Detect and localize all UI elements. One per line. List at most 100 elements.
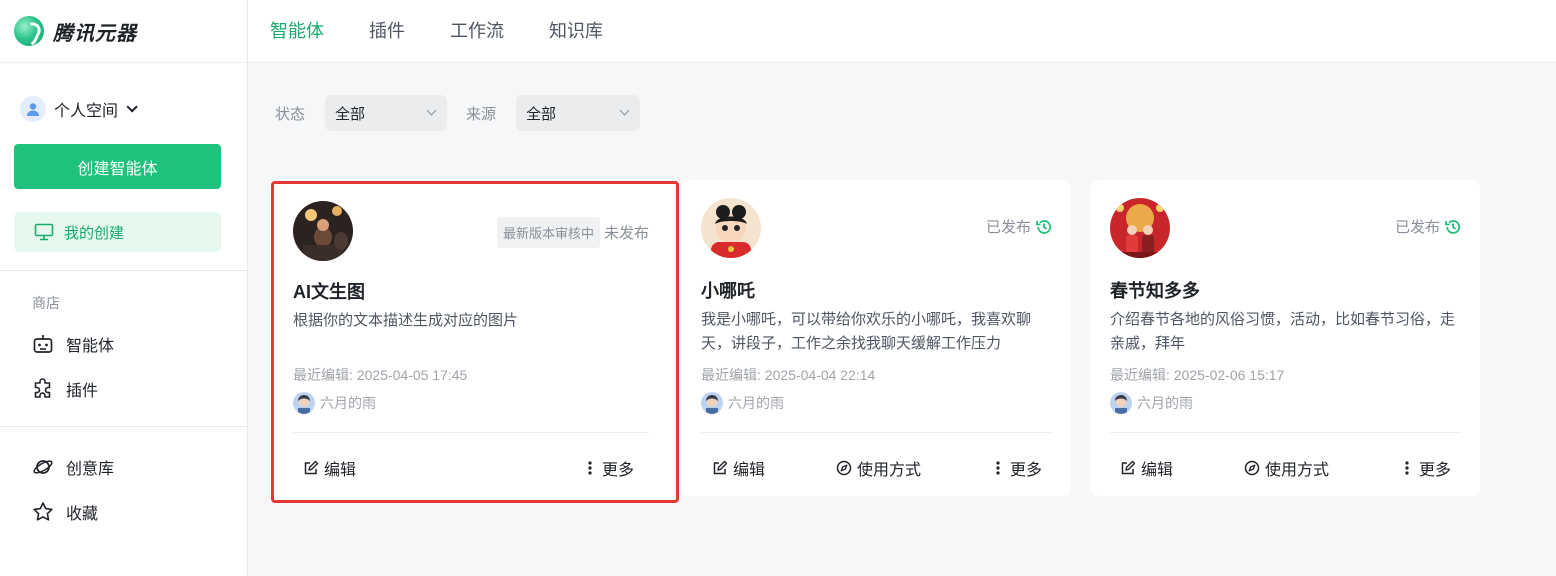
action-label: 编辑	[733, 462, 766, 479]
app-name: 腾讯元器	[53, 22, 137, 45]
tab-workflow[interactable]: 工作流	[450, 17, 504, 43]
card-author: 六月的雨	[701, 392, 784, 414]
robot-icon	[33, 335, 53, 353]
card-divider	[701, 432, 1053, 433]
sidebar-item-label: 插件	[66, 383, 99, 400]
sidebar-item-agents[interactable]: 智能体	[32, 332, 114, 356]
agent-avatar	[701, 198, 761, 258]
history-icon[interactable]	[1444, 218, 1462, 236]
card-description: 介绍春节各地的风俗习惯，活动，比如春节习俗，走亲戚，拜年	[1110, 311, 1456, 352]
divider	[0, 270, 247, 271]
card-description: 我是小哪吒，可以带给你欢乐的小哪吒，我喜欢聊天，讲段子，工作之余找我聊天缓解工作…	[701, 311, 1032, 352]
chevron-down-icon	[126, 101, 138, 113]
card-title: AI文生图	[293, 282, 365, 302]
sidebar-item-my-create[interactable]: 我的创建	[14, 212, 221, 252]
edit-button[interactable]: 编辑	[303, 456, 356, 480]
author-name: 六月的雨	[320, 395, 376, 411]
agent-avatar	[1110, 198, 1170, 258]
status-text: 已发布	[1394, 219, 1440, 236]
last-edit-time: 最近编辑: 2025-02-06 15:17	[1110, 367, 1285, 383]
user-icon	[20, 96, 46, 122]
monitor-icon	[34, 223, 54, 241]
usage-button[interactable]: 使用方式	[836, 456, 921, 480]
author-avatar	[1110, 392, 1132, 414]
tab-plugins[interactable]: 插件	[369, 17, 405, 43]
card-author: 六月的雨	[293, 392, 376, 414]
action-label: 使用方式	[857, 462, 922, 479]
more-button[interactable]: 更多	[994, 456, 1042, 480]
compass-icon	[1244, 460, 1260, 476]
status-text: 未发布	[603, 225, 649, 242]
chevron-down-icon	[619, 105, 630, 116]
card-divider	[1110, 432, 1462, 433]
status-area: 最新版本审核中 未发布	[496, 217, 649, 248]
agent-card[interactable]: 已发布 春节知多多 介绍春节各地的风俗习惯，活动，比如春节习俗，走亲戚，拜年 最…	[1090, 180, 1480, 496]
sidebar-item-label: 智能体	[66, 338, 115, 355]
card-divider	[293, 432, 649, 433]
action-label: 使用方式	[1265, 462, 1330, 479]
more-button[interactable]: 更多	[1403, 456, 1451, 480]
source-filter-label: 来源	[466, 106, 497, 123]
card-description: 根据你的文本描述生成对应的图片	[293, 312, 519, 329]
status-area: 已发布	[1395, 216, 1462, 237]
status-filter-select[interactable]: 全部	[325, 95, 447, 131]
action-label: 更多	[1010, 462, 1043, 479]
sidebar-item-label: 我的创建	[64, 224, 125, 242]
action-label: 更多	[602, 462, 635, 479]
space-label: 个人空间	[54, 103, 119, 120]
edit-button[interactable]: 编辑	[1120, 456, 1173, 480]
agent-card[interactable]: 已发布 小哪吒 我是小哪吒，可以带给你欢乐的小哪吒，我喜欢聊天，讲段子，工作之余…	[681, 180, 1071, 496]
agent-avatar	[293, 201, 353, 261]
sidebar: 腾讯元器 个人空间 创建智能体 我的创建 商店 智能体 插件 创意库 收藏	[0, 0, 248, 576]
chevron-down-icon	[426, 105, 437, 116]
review-badge: 最新版本审核中	[496, 217, 600, 248]
compass-icon	[836, 460, 852, 476]
more-vertical-icon	[996, 461, 1000, 475]
sidebar-item-favorites[interactable]: 收藏	[32, 500, 98, 524]
sidebar-item-label: 创意库	[66, 461, 115, 478]
status-area: 已发布	[986, 216, 1053, 237]
status-filter-value: 全部	[335, 105, 366, 123]
edit-button[interactable]: 编辑	[712, 456, 765, 480]
card-author: 六月的雨	[1110, 392, 1193, 414]
card-title: 春节知多多	[1110, 281, 1200, 301]
last-edit-time: 最近编辑: 2025-04-04 22:14	[701, 367, 876, 383]
action-label: 编辑	[324, 462, 357, 479]
sidebar-item-plugins[interactable]: 插件	[32, 377, 98, 401]
history-icon[interactable]	[1035, 218, 1053, 236]
usage-button[interactable]: 使用方式	[1244, 456, 1329, 480]
edit-icon	[304, 460, 319, 475]
space-switcher[interactable]: 个人空间	[20, 96, 138, 122]
store-section-title: 商店	[32, 295, 60, 311]
source-filter-select[interactable]: 全部	[516, 95, 640, 131]
planet-icon	[33, 460, 53, 474]
more-vertical-icon	[588, 461, 592, 475]
author-name: 六月的雨	[1137, 395, 1193, 411]
logo-row[interactable]: 腾讯元器	[0, 0, 247, 63]
card-title: 小哪吒	[701, 281, 755, 301]
top-nav: 智能体 插件 工作流 知识库	[248, 0, 1556, 63]
edit-icon	[713, 460, 728, 475]
agent-card[interactable]: 最新版本审核中 未发布 AI文生图 根据你的文本描述生成对应的图片 最近编辑: …	[271, 181, 679, 503]
sidebar-item-idea-library[interactable]: 创意库	[32, 455, 114, 479]
star-icon	[33, 502, 53, 521]
tab-agents[interactable]: 智能体	[270, 17, 324, 43]
more-vertical-icon	[1405, 461, 1409, 475]
status-filter-label: 状态	[275, 106, 306, 123]
action-label: 更多	[1419, 462, 1452, 479]
status-text: 已发布	[985, 219, 1031, 236]
create-agent-button[interactable]: 创建智能体	[14, 144, 221, 189]
divider	[0, 426, 247, 427]
author-avatar	[293, 392, 315, 414]
more-button[interactable]: 更多	[586, 456, 634, 480]
source-filter-value: 全部	[526, 105, 557, 123]
author-avatar	[701, 392, 723, 414]
author-name: 六月的雨	[728, 395, 784, 411]
edit-icon	[1121, 460, 1136, 475]
puzzle-icon	[34, 378, 51, 398]
logo-icon	[14, 16, 44, 46]
sidebar-item-label: 收藏	[66, 506, 99, 523]
last-edit-time: 最近编辑: 2025-04-05 17:45	[293, 367, 468, 383]
action-label: 编辑	[1141, 462, 1174, 479]
tab-knowledge-base[interactable]: 知识库	[549, 17, 603, 43]
